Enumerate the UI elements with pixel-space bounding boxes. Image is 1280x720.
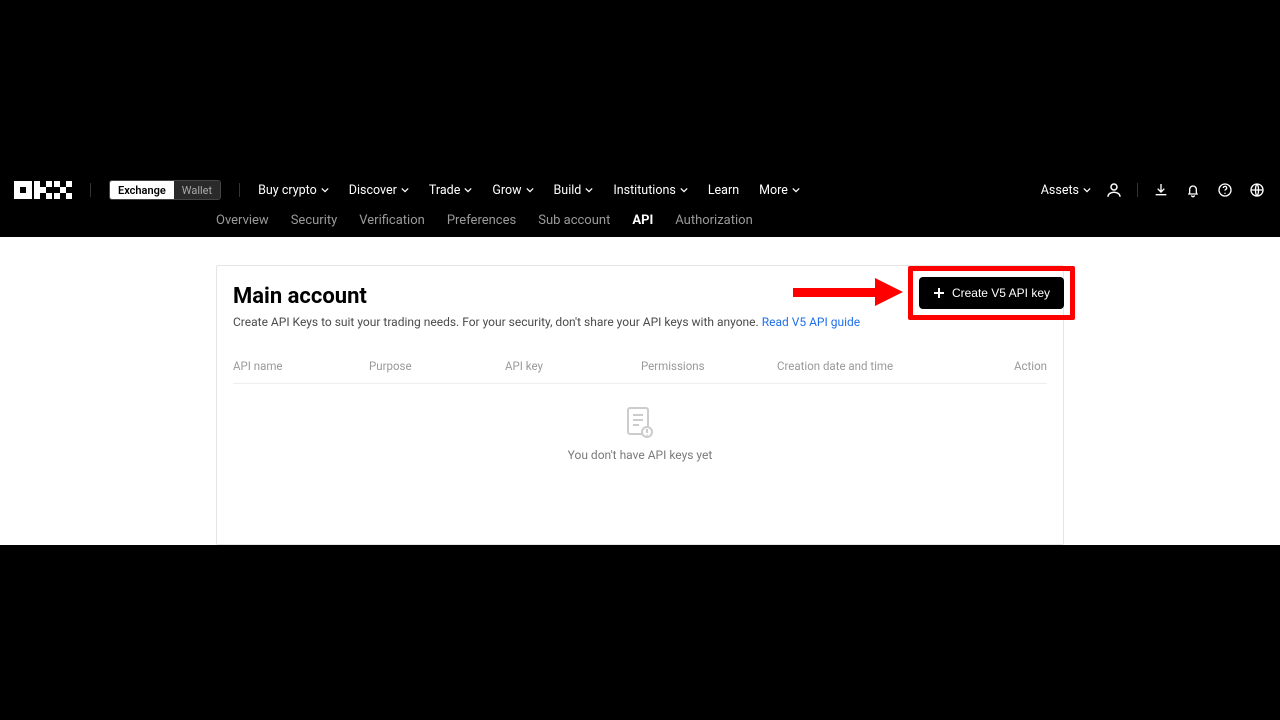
document-empty-icon (626, 406, 654, 438)
toggle-wallet[interactable]: Wallet (174, 181, 220, 199)
help-icon[interactable] (1216, 181, 1234, 199)
globe-icon[interactable] (1248, 181, 1266, 199)
account-subnav: Overview Security Verification Preferenc… (0, 205, 1280, 237)
empty-state-text: You don't have API keys yet (568, 448, 713, 462)
nav-more[interactable]: More (759, 183, 800, 198)
subnav-api[interactable]: API (632, 213, 653, 228)
subnav-authorization[interactable]: Authorization (675, 213, 753, 228)
exchange-wallet-toggle[interactable]: Exchange Wallet (109, 180, 221, 200)
nav-build[interactable]: Build (554, 183, 594, 198)
nav-label: Trade (429, 183, 460, 198)
assets-menu[interactable]: Assets (1041, 183, 1091, 198)
nav-learn[interactable]: Learn (708, 183, 739, 198)
plus-icon (933, 287, 945, 299)
api-table-header: API name Purpose API key Permissions Cre… (233, 359, 1047, 384)
chevron-down-icon (526, 186, 534, 194)
nav-buy-crypto[interactable]: Buy crypto (258, 183, 329, 198)
content-area: Main account Create API Keys to suit you… (0, 237, 1280, 545)
create-api-key-button[interactable]: Create V5 API key (919, 277, 1064, 309)
separator (239, 183, 240, 197)
chevron-down-icon (792, 186, 800, 194)
bell-icon[interactable] (1184, 181, 1202, 199)
main-account-card: Main account Create API Keys to suit you… (216, 265, 1064, 545)
nav-label: Discover (349, 183, 397, 198)
nav-label: More (759, 183, 788, 198)
nav-label: Buy crypto (258, 183, 317, 198)
annotation-highlight-box: Create V5 API key (908, 266, 1075, 320)
nav-trade[interactable]: Trade (429, 183, 472, 198)
subnav-preferences[interactable]: Preferences (447, 213, 516, 228)
assets-label: Assets (1041, 183, 1079, 198)
annotation-arrow (793, 278, 903, 306)
nav-label: Institutions (613, 183, 675, 198)
th-action: Action (965, 359, 1047, 373)
primary-nav: Buy crypto Discover Trade Grow Build (258, 183, 800, 198)
nav-label: Learn (708, 183, 739, 198)
chevron-down-icon (401, 186, 409, 194)
subnav-overview[interactable]: Overview (216, 213, 269, 228)
nav-label: Build (554, 183, 582, 198)
card-title: Main account (233, 284, 860, 309)
okx-logo[interactable] (14, 181, 72, 199)
chevron-down-icon (585, 186, 593, 194)
separator (1137, 183, 1138, 197)
th-api-name: API name (233, 359, 369, 373)
download-icon[interactable] (1152, 181, 1170, 199)
nav-institutions[interactable]: Institutions (613, 183, 687, 198)
chevron-down-icon (680, 186, 688, 194)
profile-icon[interactable] (1105, 181, 1123, 199)
card-description: Create API Keys to suit your trading nee… (233, 315, 860, 329)
chevron-down-icon (464, 186, 472, 194)
th-creation-date: Creation date and time (777, 359, 965, 373)
nav-discover[interactable]: Discover (349, 183, 409, 198)
subnav-verification[interactable]: Verification (359, 213, 425, 228)
th-permissions: Permissions (641, 359, 777, 373)
th-api-key: API key (505, 359, 641, 373)
nav-label: Grow (492, 183, 521, 198)
subnav-sub-account[interactable]: Sub account (538, 213, 610, 228)
separator (90, 183, 91, 197)
api-guide-link[interactable]: Read V5 API guide (762, 315, 860, 329)
create-btn-label: Create V5 API key (952, 286, 1050, 300)
primary-header: Exchange Wallet Buy crypto Discover Trad… (0, 175, 1280, 205)
nav-grow[interactable]: Grow (492, 183, 533, 198)
th-purpose: Purpose (369, 359, 505, 373)
empty-state: You don't have API keys yet (233, 384, 1047, 462)
chevron-down-icon (1083, 186, 1091, 194)
subnav-security[interactable]: Security (291, 213, 338, 228)
toggle-exchange[interactable]: Exchange (110, 181, 174, 199)
chevron-down-icon (321, 186, 329, 194)
